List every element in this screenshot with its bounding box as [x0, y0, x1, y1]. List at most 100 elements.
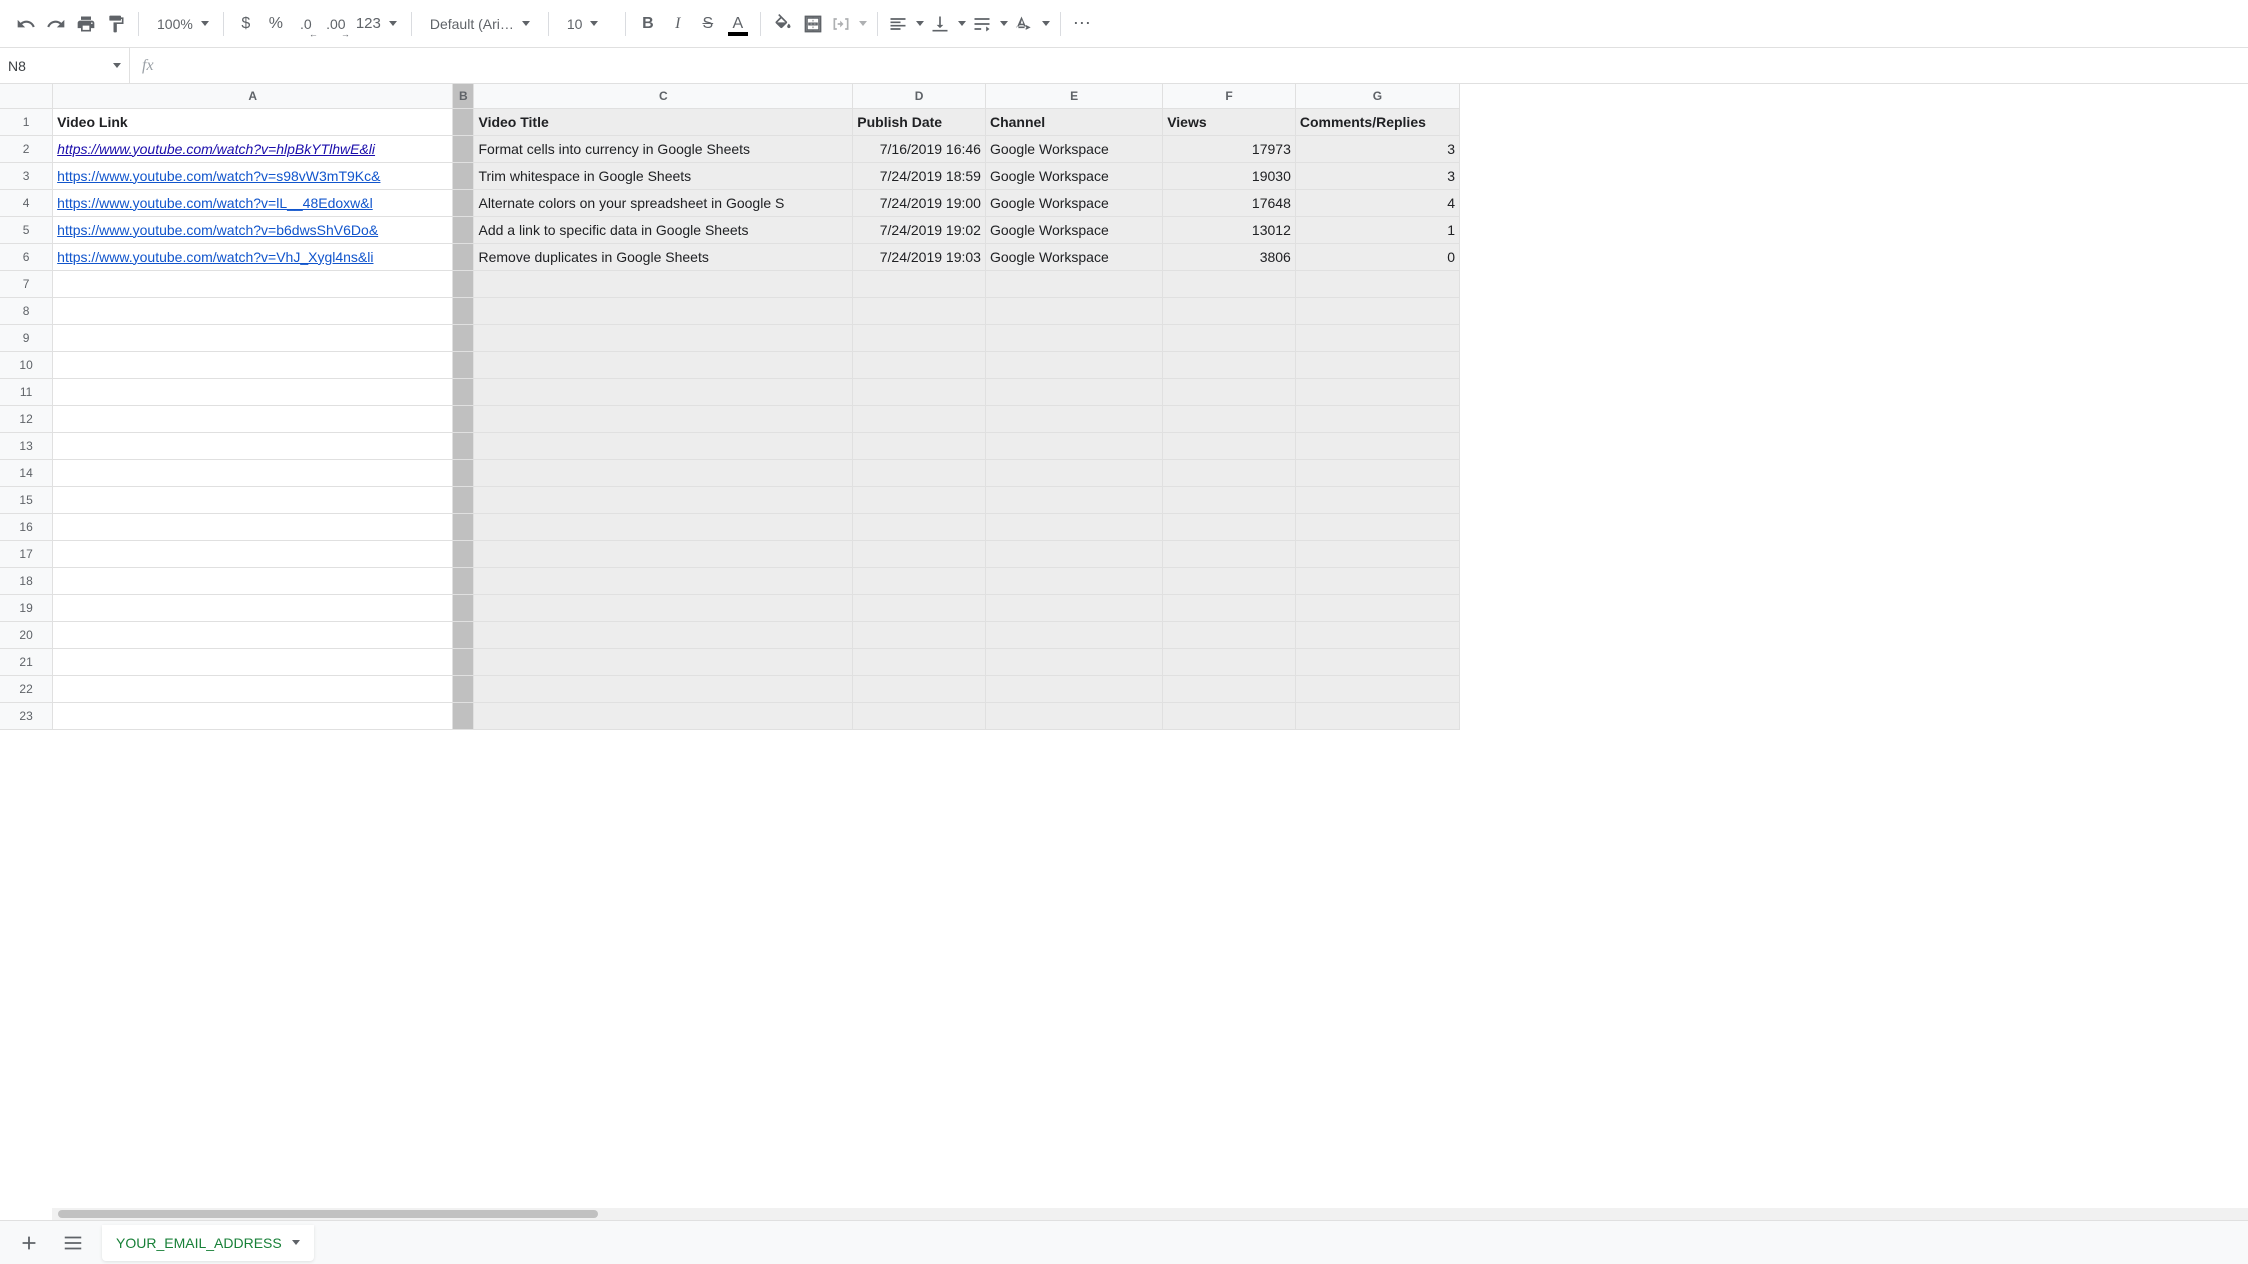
cell-E20[interactable]: [985, 621, 1162, 648]
cell-C10[interactable]: [474, 351, 853, 378]
cell-A4[interactable]: https://www.youtube.com/watch?v=lL__48Ed…: [53, 189, 453, 216]
cell-C13[interactable]: [474, 432, 853, 459]
column-header-F[interactable]: F: [1163, 84, 1296, 108]
cell-F11[interactable]: [1163, 378, 1296, 405]
cell-C2[interactable]: Format cells into currency in Google She…: [474, 135, 853, 162]
cell-B23[interactable]: [453, 702, 474, 729]
column-header-D[interactable]: D: [853, 84, 986, 108]
row-header-20[interactable]: 20: [0, 621, 53, 648]
cell-E15[interactable]: [985, 486, 1162, 513]
more-formats-select[interactable]: 123: [352, 10, 403, 38]
cell-B7[interactable]: [453, 270, 474, 297]
row-header-4[interactable]: 4: [0, 189, 53, 216]
cell-D8[interactable]: [853, 297, 986, 324]
text-wrap-button[interactable]: [970, 10, 1010, 38]
sheet-tab[interactable]: YOUR_EMAIL_ADDRESS: [102, 1225, 314, 1261]
cell-E16[interactable]: [985, 513, 1162, 540]
cell-C17[interactable]: [474, 540, 853, 567]
row-header-23[interactable]: 23: [0, 702, 53, 729]
grid[interactable]: ABCDEFG1Video LinkVideo TitlePublish Dat…: [0, 84, 2248, 1220]
cell-B15[interactable]: [453, 486, 474, 513]
cell-A14[interactable]: [53, 459, 453, 486]
cell-B2[interactable]: [453, 135, 474, 162]
cell-G18[interactable]: [1295, 567, 1459, 594]
cell-F2[interactable]: 17973: [1163, 135, 1296, 162]
font-size-select[interactable]: 10: [557, 10, 617, 38]
cell-E7[interactable]: [985, 270, 1162, 297]
row-header-7[interactable]: 7: [0, 270, 53, 297]
row-header-2[interactable]: 2: [0, 135, 53, 162]
cell-C4[interactable]: Alternate colors on your spreadsheet in …: [474, 189, 853, 216]
redo-button[interactable]: [42, 10, 70, 38]
strikethrough-button[interactable]: S: [694, 10, 722, 38]
cell-D14[interactable]: [853, 459, 986, 486]
cell-C12[interactable]: [474, 405, 853, 432]
cell-G1[interactable]: Comments/Replies: [1295, 108, 1459, 135]
cell-D12[interactable]: [853, 405, 986, 432]
cell-D22[interactable]: [853, 675, 986, 702]
cell-D18[interactable]: [853, 567, 986, 594]
row-header-6[interactable]: 6: [0, 243, 53, 270]
cell-C9[interactable]: [474, 324, 853, 351]
row-header-15[interactable]: 15: [0, 486, 53, 513]
cell-D16[interactable]: [853, 513, 986, 540]
more-toolbar-button[interactable]: ⋯: [1069, 10, 1097, 38]
cell-F1[interactable]: Views: [1163, 108, 1296, 135]
add-sheet-button[interactable]: [14, 1228, 44, 1258]
cell-A22[interactable]: [53, 675, 453, 702]
cell-E18[interactable]: [985, 567, 1162, 594]
cell-A18[interactable]: [53, 567, 453, 594]
cell-A8[interactable]: [53, 297, 453, 324]
row-header-13[interactable]: 13: [0, 432, 53, 459]
cell-E22[interactable]: [985, 675, 1162, 702]
cell-E23[interactable]: [985, 702, 1162, 729]
cell-F21[interactable]: [1163, 648, 1296, 675]
cell-D15[interactable]: [853, 486, 986, 513]
cell-D9[interactable]: [853, 324, 986, 351]
cell-C16[interactable]: [474, 513, 853, 540]
cell-C7[interactable]: [474, 270, 853, 297]
cell-B10[interactable]: [453, 351, 474, 378]
column-header-A[interactable]: A: [53, 84, 453, 108]
cell-C15[interactable]: [474, 486, 853, 513]
cell-F22[interactable]: [1163, 675, 1296, 702]
cell-E6[interactable]: Google Workspace: [985, 243, 1162, 270]
cell-F6[interactable]: 3806: [1163, 243, 1296, 270]
cell-B8[interactable]: [453, 297, 474, 324]
cell-C3[interactable]: Trim whitespace in Google Sheets: [474, 162, 853, 189]
cell-E12[interactable]: [985, 405, 1162, 432]
cell-F23[interactable]: [1163, 702, 1296, 729]
cell-D21[interactable]: [853, 648, 986, 675]
cell-B14[interactable]: [453, 459, 474, 486]
cell-E10[interactable]: [985, 351, 1162, 378]
cell-E14[interactable]: [985, 459, 1162, 486]
horizontal-align-button[interactable]: [886, 10, 926, 38]
cell-C1[interactable]: Video Title: [474, 108, 853, 135]
cell-G13[interactable]: [1295, 432, 1459, 459]
cell-A23[interactable]: [53, 702, 453, 729]
cell-G5[interactable]: 1: [1295, 216, 1459, 243]
italic-button[interactable]: I: [664, 10, 692, 38]
cell-E13[interactable]: [985, 432, 1162, 459]
name-box[interactable]: N8: [0, 48, 130, 83]
cell-C22[interactable]: [474, 675, 853, 702]
column-header-G[interactable]: G: [1295, 84, 1459, 108]
row-header-21[interactable]: 21: [0, 648, 53, 675]
row-header-22[interactable]: 22: [0, 675, 53, 702]
cell-B4[interactable]: [453, 189, 474, 216]
row-header-16[interactable]: 16: [0, 513, 53, 540]
text-rotation-button[interactable]: [1012, 10, 1052, 38]
cell-F20[interactable]: [1163, 621, 1296, 648]
cell-C21[interactable]: [474, 648, 853, 675]
cell-D5[interactable]: 7/24/2019 19:02: [853, 216, 986, 243]
column-header-B[interactable]: B: [453, 84, 474, 108]
cell-A15[interactable]: [53, 486, 453, 513]
percent-button[interactable]: %: [262, 10, 290, 38]
cell-G19[interactable]: [1295, 594, 1459, 621]
merge-cells-button[interactable]: [829, 10, 869, 38]
cell-A7[interactable]: [53, 270, 453, 297]
cell-G12[interactable]: [1295, 405, 1459, 432]
cell-F17[interactable]: [1163, 540, 1296, 567]
cell-A12[interactable]: [53, 405, 453, 432]
scrollbar-thumb[interactable]: [58, 1210, 598, 1218]
